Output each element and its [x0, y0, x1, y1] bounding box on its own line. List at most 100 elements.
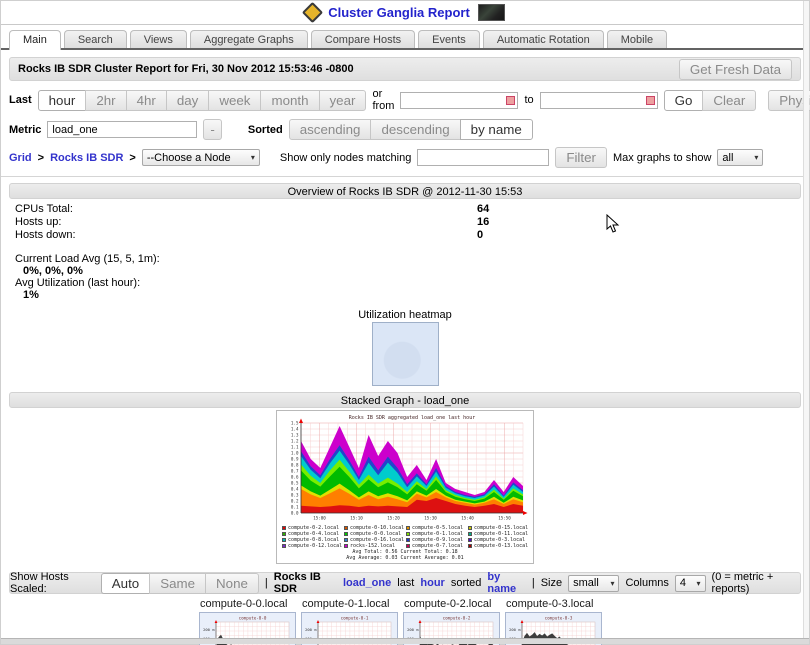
svg-text:1.4: 1.4 [291, 427, 299, 432]
legend-swatch [406, 532, 410, 536]
svg-text:0.0: 0.0 [291, 511, 299, 516]
tab-bar: MainSearchViewsAggregate GraphsCompare H… [1, 27, 809, 50]
legend-swatch [282, 532, 286, 536]
scaled-label: Show Hosts Scaled: [10, 571, 95, 595]
to-label: to [524, 94, 533, 106]
stat-value: 64 [477, 203, 489, 215]
get-fresh-data-button[interactable]: Get Fresh Data [679, 59, 792, 80]
range-link[interactable]: hour [420, 577, 444, 589]
legend-item: compute-0-12.local [282, 543, 342, 549]
hosts-scaled-bar: Show Hosts Scaled: AutoSameNone | Rocks … [9, 572, 801, 594]
tab-search[interactable]: Search [64, 30, 127, 48]
stacked-graph-image[interactable]: 0.00.10.20.30.40.50.60.70.80.91.01.11.21… [276, 410, 534, 564]
clear-button[interactable]: Clear [702, 90, 756, 111]
stat-label: Hosts down: [15, 229, 76, 241]
metric-dropdown-button[interactable]: - [203, 119, 221, 140]
stacked-graph-footer: Avg Total: 0.56 Current Total: 0.18Avg A… [277, 549, 533, 563]
size-select[interactable]: small▾ [568, 575, 619, 592]
legend-swatch [406, 526, 410, 530]
tab-compare-hosts[interactable]: Compare Hosts [311, 30, 415, 48]
cluster-breadcrumb-link[interactable]: Rocks IB SDR [50, 152, 123, 164]
stat-label: Hosts up: [15, 216, 61, 228]
vertical-scrollbar[interactable] [803, 1, 809, 644]
range-week-button[interactable]: week [208, 90, 261, 111]
sort-link[interactable]: by name [487, 571, 525, 595]
tab-main[interactable]: Main [9, 30, 61, 50]
metric-row: Metric - Sorted ascendingdescendingby na… [9, 119, 801, 140]
svg-text:15:00: 15:00 [313, 515, 326, 520]
tab-automatic-rotation[interactable]: Automatic Rotation [483, 30, 604, 48]
node-filter-row: Grid > Rocks IB SDR > --Choose a Node▾ S… [9, 147, 801, 168]
calendar-icon[interactable] [506, 96, 515, 105]
heatmap-label: Utilization heatmap [1, 309, 809, 321]
app-title: Cluster Ganglia Report [328, 5, 470, 20]
columns-hint: (0 = metric + reports) [712, 571, 800, 595]
load-avg-value: 0%, 0%, 0% [23, 265, 801, 277]
max-graphs-select[interactable]: all▾ [717, 149, 763, 166]
max-graphs-label: Max graphs to show [613, 152, 711, 164]
host-name-link[interactable]: compute-0-1.local [302, 598, 398, 610]
stat-value: 0 [477, 229, 483, 241]
legend-swatch [406, 538, 410, 542]
graph-footer-line: Avg Average: 0.03 Current Average: 0.01 [277, 555, 533, 561]
calendar-icon[interactable] [646, 96, 655, 105]
to-date-wrap [540, 92, 658, 109]
svg-text:15:40: 15:40 [461, 515, 474, 520]
sort-descending-button[interactable]: descending [370, 119, 460, 140]
metric-input[interactable] [47, 121, 197, 138]
cluster-name-text: Rocks IB SDR [274, 571, 337, 595]
range-year-button[interactable]: year [319, 90, 367, 111]
sort-by-name-button[interactable]: by name [460, 119, 533, 140]
tab-aggregate-graphs[interactable]: Aggregate Graphs [190, 30, 308, 48]
tab-events[interactable]: Events [418, 30, 480, 48]
svg-text:0.7: 0.7 [291, 469, 299, 474]
metric-link[interactable]: load_one [343, 577, 391, 589]
legend-swatch [468, 532, 472, 536]
to-date-input[interactable] [540, 92, 658, 109]
node-select[interactable]: --Choose a Node▾ [142, 149, 260, 166]
tab-views[interactable]: Views [130, 30, 187, 48]
range-month-button[interactable]: month [260, 90, 319, 111]
go-button[interactable]: Go [664, 90, 704, 111]
sort-ascending-button[interactable]: ascending [289, 119, 372, 140]
utilization-label: Avg Utilization (last hour): [15, 277, 801, 289]
range-4hr-button[interactable]: 4hr [126, 90, 167, 111]
overview-header: Overview of Rocks IB SDR @ 2012-11-30 15… [9, 183, 801, 199]
columns-select[interactable]: 4▾ [675, 575, 706, 592]
chevron-down-icon: ▾ [610, 579, 614, 588]
grid-breadcrumb-link[interactable]: Grid [9, 152, 32, 164]
range-2hr-button[interactable]: 2hr [85, 90, 126, 111]
chevron-down-icon: ▾ [251, 153, 255, 162]
ganglia-page: Cluster Ganglia Report MainSearchViewsAg… [0, 0, 810, 645]
host-name-link[interactable]: compute-0-0.local [200, 598, 296, 610]
app-header: Cluster Ganglia Report [1, 1, 809, 25]
host-name-link[interactable]: compute-0-2.local [404, 598, 500, 610]
scale-auto-button[interactable]: Auto [101, 573, 150, 594]
svg-text:0.4: 0.4 [291, 487, 299, 492]
scale-same-button[interactable]: Same [149, 573, 206, 594]
legend-swatch [282, 526, 286, 530]
stat-cpus-total-: CPUs Total: 64 [9, 203, 801, 215]
scale-none-button[interactable]: None [205, 573, 259, 594]
svg-text:15:50: 15:50 [498, 515, 511, 520]
svg-text:compute-0-2: compute-0-2 [443, 616, 471, 621]
range-hour-button[interactable]: hour [38, 90, 87, 111]
tab-mobile[interactable]: Mobile [607, 30, 667, 48]
breadcrumb-separator: > [38, 152, 44, 164]
stat-label: CPUs Total: [15, 203, 73, 215]
ganglia-logo-icon[interactable] [478, 4, 505, 21]
utilization-heatmap[interactable] [372, 322, 439, 386]
stacked-graph-wrap: 0.00.10.20.30.40.50.60.70.80.91.01.11.21… [1, 410, 809, 564]
host-name-link[interactable]: compute-0-3.local [506, 598, 602, 610]
columns-label: Columns [625, 577, 668, 589]
match-input[interactable] [417, 149, 549, 166]
legend-swatch [468, 544, 472, 548]
horizontal-scrollbar[interactable] [1, 638, 809, 644]
range-day-button[interactable]: day [166, 90, 210, 111]
filter-button[interactable]: Filter [555, 147, 607, 168]
last-label: Last [9, 94, 32, 106]
overview-stats: CPUs Total:64Hosts up:16Hosts down:0 [9, 203, 801, 241]
from-date-input[interactable] [400, 92, 518, 109]
utilization-value: 1% [23, 289, 801, 301]
svg-text:200 m: 200 m [305, 627, 317, 632]
